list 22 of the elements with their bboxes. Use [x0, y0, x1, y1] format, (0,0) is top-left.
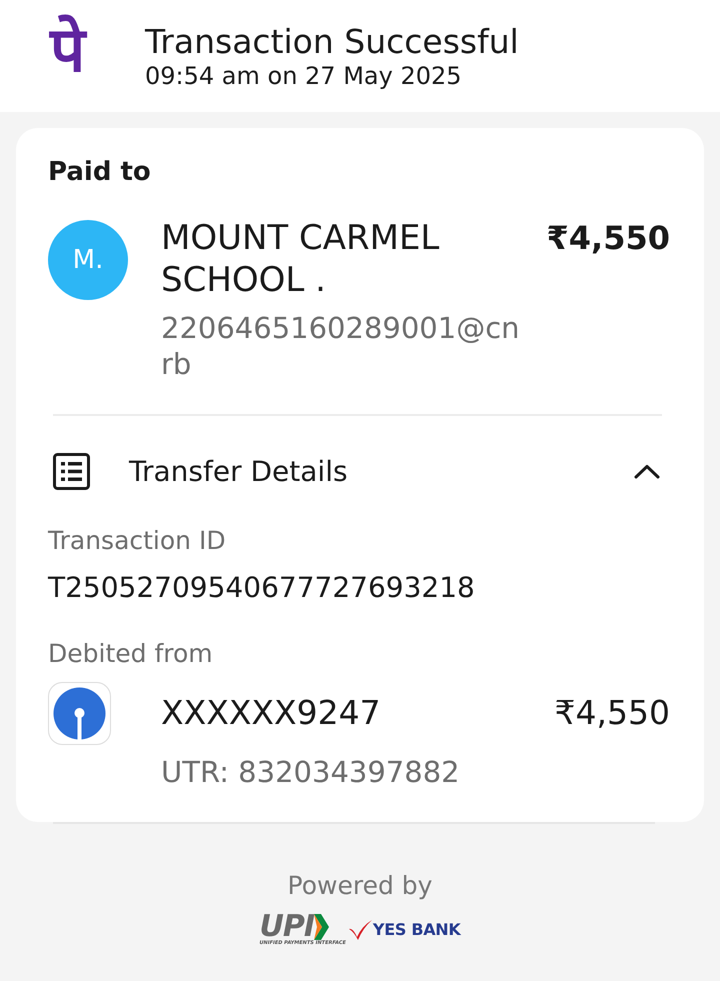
list-icon [53, 452, 90, 490]
chevron-icon [314, 914, 329, 940]
powered-by-label: Powered by [288, 871, 432, 901]
status-title: Transaction Successful [145, 23, 519, 61]
timestamp: 09:54 am on 27 May 2025 [145, 61, 463, 91]
field-value: T25052709540677727693218 [48, 571, 476, 605]
transfer-details-toggle[interactable]: Transfer Details [48, 416, 670, 526]
section-heading: Paid to [48, 156, 152, 188]
account-number: XXXXXX9247 [161, 693, 381, 733]
tick-icon [348, 919, 373, 941]
utr-number: UTR: 832034397882 [161, 754, 461, 790]
field-label: Transaction ID [48, 526, 227, 556]
upi-logo-text: UPI [259, 914, 314, 940]
paid-amount: ₹4,550 [546, 218, 670, 259]
app-logo: पे [50, 14, 85, 86]
upi-id: 2206465160289001@cnrb [161, 310, 521, 382]
debited-amount: ₹4,550 [554, 693, 670, 733]
bank-icon [48, 682, 111, 745]
field-label: Debited from [48, 639, 214, 669]
payee-name: MOUNT CARMEL SCHOOL . [161, 217, 440, 301]
bank-logo-text: YES BANK [372, 920, 460, 940]
avatar: M. [48, 220, 128, 300]
